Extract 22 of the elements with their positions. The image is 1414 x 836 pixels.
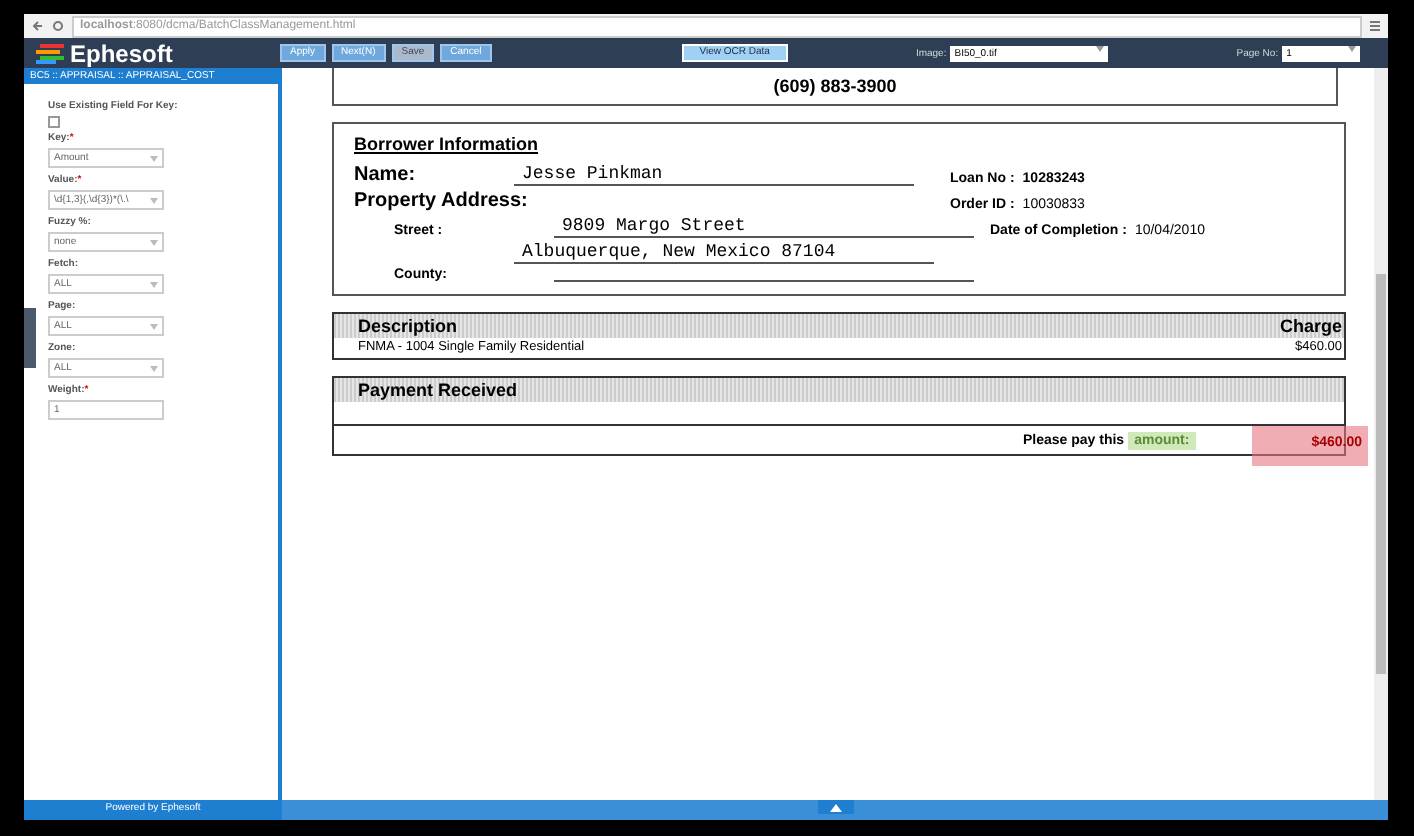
- checkbox[interactable]: [48, 116, 60, 128]
- dropdown-caret-icon[interactable]: [1348, 45, 1357, 51]
- dropdown-caret-icon[interactable]: [1096, 45, 1105, 51]
- logo-icon: [36, 43, 64, 63]
- expand-button[interactable]: [817, 800, 853, 814]
- up-arrow-icon: [829, 803, 841, 811]
- column-header: Charge: [1279, 316, 1342, 336]
- reload-icon[interactable]: [52, 20, 64, 32]
- column-header: Description: [358, 316, 458, 336]
- collapse-handle[interactable]: [24, 308, 36, 368]
- section-title: Borrower Information: [354, 134, 541, 154]
- field-label: Name:: [354, 164, 418, 186]
- logo-text: Ephesoft: [70, 39, 173, 67]
- back-icon[interactable]: [32, 20, 44, 32]
- field-value: 9809 Margo Street: [554, 216, 974, 238]
- section-header: Payment Received: [358, 380, 518, 400]
- phone-number: (609) 883-3900: [773, 76, 897, 96]
- field-value: Jesse Pinkman: [514, 164, 914, 186]
- field-value: Albuquerque, New Mexico 87104: [514, 242, 934, 264]
- field-label: Property Address:: [354, 190, 530, 212]
- menu-icon[interactable]: [1370, 20, 1380, 32]
- scrollbar[interactable]: [1374, 68, 1388, 800]
